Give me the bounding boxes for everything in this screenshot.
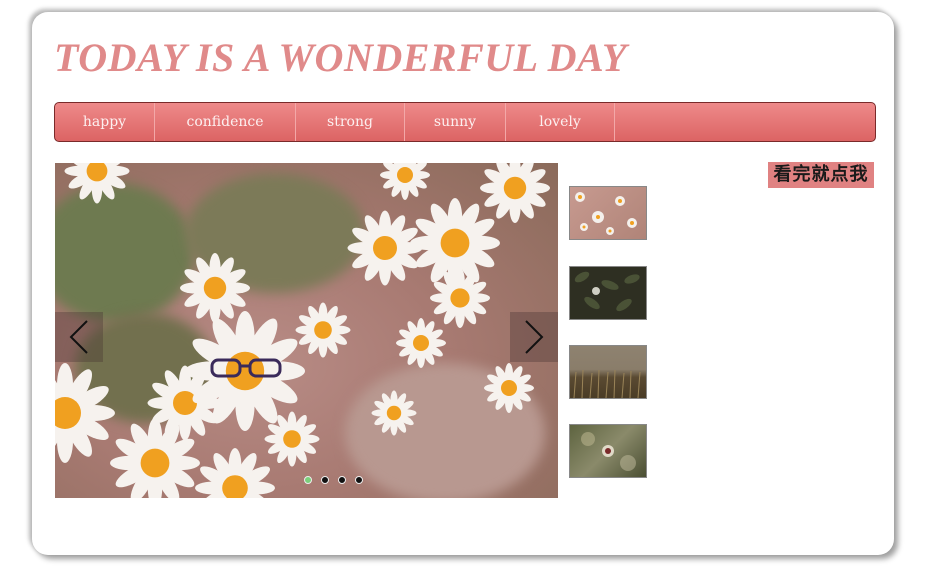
nav-item-strong[interactable]: strong [296, 103, 405, 141]
next-slide-button[interactable] [510, 312, 558, 362]
chevron-right-icon [525, 320, 544, 354]
thumbnail-daisy-field[interactable] [569, 186, 647, 240]
thumbnail-flower-bokeh[interactable] [569, 424, 647, 478]
page-title: TODAY IS A WONDERFUL DAY [54, 35, 627, 80]
nav-item-happy[interactable]: happy [55, 103, 155, 141]
thumbnail-image [575, 192, 637, 235]
nav-item-lovely[interactable]: lovely [506, 103, 615, 141]
prev-slide-button[interactable] [55, 312, 103, 362]
nav-item-confidence[interactable]: confidence [155, 103, 296, 141]
slide-dot-1[interactable] [304, 476, 312, 484]
daisy-photo [55, 163, 550, 498]
slide-indicators [304, 476, 363, 484]
slide-dot-4[interactable] [355, 476, 363, 484]
slide-dot-3[interactable] [338, 476, 346, 484]
thumbnail-image [573, 369, 641, 398]
thumbnail-image [581, 432, 636, 471]
nav-bar: happy confidence strong sunny lovely [54, 102, 876, 142]
slide-dot-2[interactable] [321, 476, 329, 484]
thumbnail-image [574, 271, 640, 312]
image-slider [55, 163, 558, 498]
main-card: TODAY IS A WONDERFUL DAY happy confidenc… [32, 12, 894, 555]
thumbnail-dark-leaves[interactable] [569, 266, 647, 320]
nav-item-sunny[interactable]: sunny [405, 103, 506, 141]
chevron-left-icon [69, 320, 88, 354]
click-me-button[interactable]: 看完就点我 [768, 162, 874, 188]
thumbnail-wheat-field[interactable] [569, 345, 647, 399]
